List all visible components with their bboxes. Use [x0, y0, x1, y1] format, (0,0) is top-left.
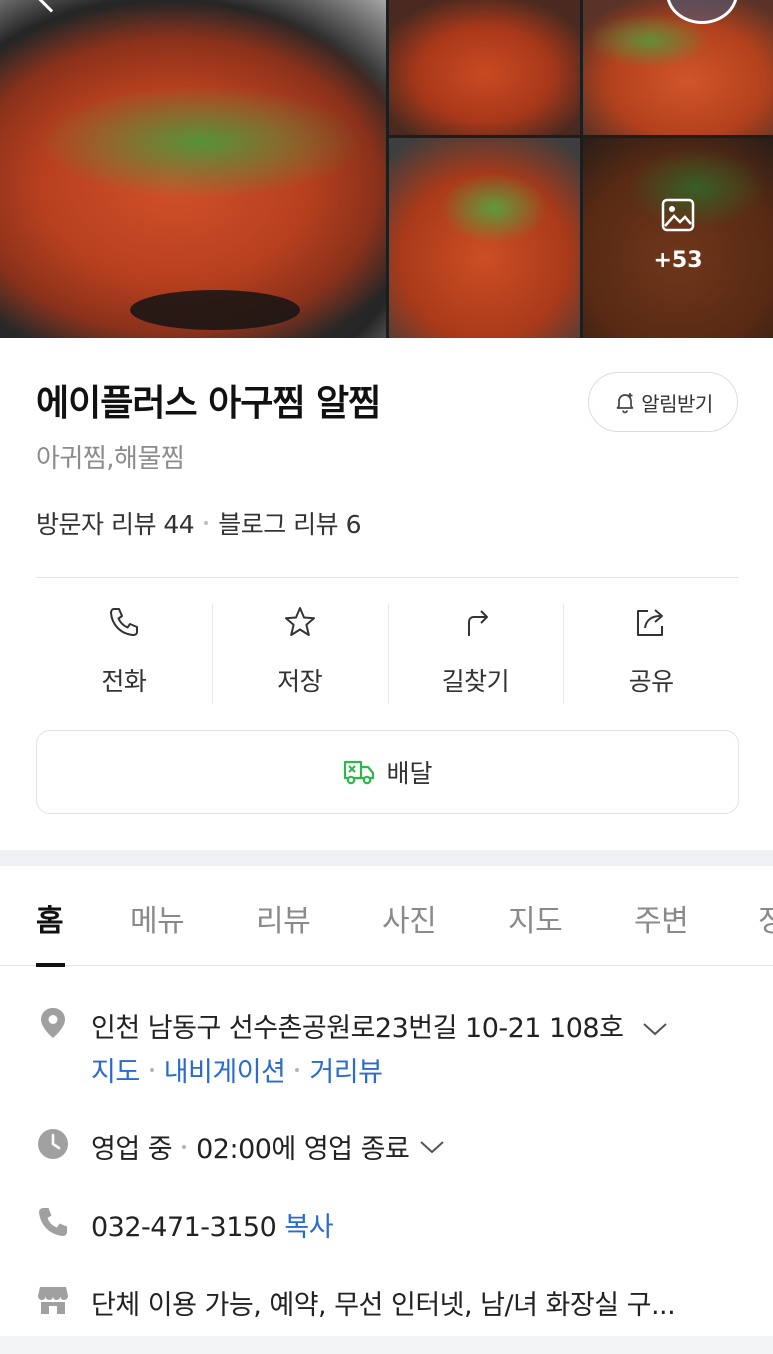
visitor-reviews-count: 44 — [163, 510, 195, 539]
image-icon — [661, 198, 695, 232]
chevron-down-icon[interactable] — [642, 1021, 668, 1037]
call-button[interactable]: 전화 — [36, 604, 212, 704]
copy-phone-button[interactable]: 복사 — [284, 1212, 333, 1243]
separator-dot — [182, 1144, 187, 1149]
review-summary: 방문자 리뷰 44 블로그 리뷰 6 — [36, 505, 362, 541]
tab-menu[interactable]: 메뉴 — [130, 896, 185, 940]
delivery-button[interactable]: 배달 — [36, 730, 739, 814]
visitor-reviews-label: 방문자 리뷰 — [36, 510, 156, 539]
navigation-link[interactable]: 내비게이션 — [164, 1050, 286, 1089]
photo-thumb-1[interactable] — [389, 0, 580, 135]
map-link[interactable]: 지도 — [91, 1050, 140, 1089]
phone-icon — [39, 1208, 67, 1236]
delivery-truck-icon — [344, 760, 375, 785]
share-label: 공유 — [628, 667, 675, 696]
star-icon — [284, 607, 315, 636]
tab-home[interactable]: 홈 — [36, 896, 64, 940]
phone-number[interactable]: 032-471-3150 — [91, 1212, 277, 1243]
tab-photos[interactable]: 사진 — [382, 896, 437, 940]
clock-icon — [38, 1129, 68, 1159]
more-photos-overlay[interactable] — [583, 138, 773, 338]
directions-icon — [468, 610, 489, 636]
notify-button[interactable]: 알림받기 — [588, 372, 738, 432]
store-icon — [38, 1287, 68, 1314]
directions-label: 길찾기 — [441, 667, 510, 696]
notify-label: 알림받기 — [641, 391, 713, 416]
business-status: 영업 중 — [91, 1134, 173, 1165]
save-label: 저장 — [277, 667, 323, 696]
call-label: 전화 — [101, 667, 147, 696]
blog-reviews-label: 블로그 리뷰 — [218, 510, 339, 539]
address-row[interactable]: 인천 남동구 선수촌공원로23번길 10-21 108호 — [91, 1006, 668, 1045]
bell-plus-icon — [616, 393, 634, 414]
place-category: 아귀찜,해물찜 — [36, 444, 185, 474]
separator-dot — [295, 1067, 300, 1072]
active-tab-indicator — [36, 963, 65, 967]
street-view-link[interactable]: 거리뷰 — [309, 1050, 383, 1089]
delivery-label: 배달 — [386, 759, 433, 788]
place-title: 에이플러스 아구찜 알찜 — [36, 383, 381, 424]
tab-reviews[interactable]: 리뷰 — [256, 896, 311, 940]
address-links: 지도 내비게이션 거리뷰 — [91, 1050, 383, 1089]
action-bar: 전화 저장 길찾기 공유 — [36, 604, 739, 704]
blog-reviews-link[interactable]: 블로그 리뷰 6 — [218, 505, 361, 541]
chevron-down-icon[interactable] — [419, 1139, 445, 1155]
share-button[interactable]: 공유 — [563, 604, 739, 704]
tab-nearby[interactable]: 주변 — [634, 896, 689, 940]
tab-info[interactable]: 정 — [758, 896, 773, 940]
tab-map[interactable]: 지도 — [508, 896, 563, 940]
bottom-edge — [0, 1336, 773, 1354]
divider — [36, 577, 739, 578]
phone-row: 032-471-3150 복사 — [91, 1205, 334, 1244]
blog-reviews-count: 6 — [345, 510, 362, 539]
separator-dot — [149, 1067, 154, 1072]
photo-main[interactable] — [0, 0, 386, 338]
photo-thumb-2[interactable] — [583, 0, 773, 135]
separator-dot — [204, 521, 209, 525]
location-pin-icon — [41, 1008, 65, 1038]
amenities-row[interactable]: 단체 이용 가능, 예약, 무선 인터넷, 남/녀 화장실 구... — [91, 1283, 676, 1322]
photo-gallery[interactable]: +53 — [0, 0, 773, 338]
more-photos-count[interactable]: +53 — [640, 248, 716, 273]
photo-thumb-3[interactable] — [389, 138, 580, 338]
closing-time: 02:00에 영업 종료 — [196, 1134, 410, 1165]
section-separator — [0, 850, 773, 866]
tab-bar: 홈 메뉴 리뷰 사진 지도 주변 정 — [0, 866, 773, 966]
phone-icon — [109, 608, 138, 636]
share-icon — [637, 609, 664, 636]
directions-button[interactable]: 길찾기 — [387, 604, 564, 704]
hours-row[interactable]: 영업 중 02:00에 영업 종료 — [91, 1127, 445, 1166]
save-button[interactable]: 저장 — [211, 604, 388, 704]
visitor-reviews-link[interactable]: 방문자 리뷰 44 — [36, 505, 195, 541]
address-text: 인천 남동구 선수촌공원로23번길 10-21 108호 — [91, 1013, 624, 1044]
